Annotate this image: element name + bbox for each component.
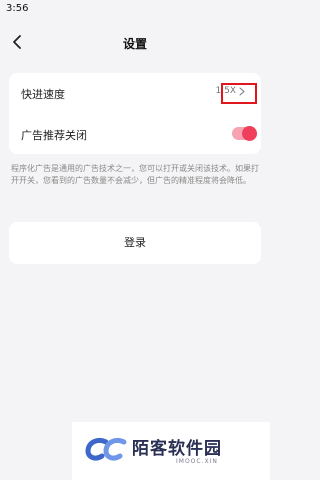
toggle-knob	[242, 126, 257, 141]
status-bar: 3:56	[0, 0, 270, 20]
playback-speed-label: 快进速度	[21, 88, 65, 101]
navigation-bar: 设置	[0, 28, 270, 58]
double-c-logo-icon	[85, 437, 127, 461]
login-button[interactable]: 登录	[9, 222, 261, 264]
highlight-box	[221, 83, 257, 104]
page-title: 设置	[122, 37, 147, 51]
ad-explanation-text: 程序化广告是通用的广告技术之一，您可以打开或关闭该技术。如果打开开关，您看到的广…	[11, 164, 259, 185]
ad-recommendation-row: 广告推荐关闭	[9, 114, 261, 154]
status-time: 3:56	[6, 3, 29, 14]
watermark-name: 陌客软件园	[132, 439, 222, 459]
ad-recommendation-toggle[interactable]	[232, 126, 257, 141]
watermark: 陌客软件园 IMOOC.XIN	[72, 422, 270, 480]
settings-card: 快进速度 1.5X 广告推荐关闭	[9, 73, 261, 154]
watermark-domain: IMOOC.XIN	[176, 458, 218, 465]
playback-speed-row[interactable]: 快进速度 1.5X	[9, 73, 261, 113]
ad-recommendation-label: 广告推荐关闭	[21, 129, 87, 142]
